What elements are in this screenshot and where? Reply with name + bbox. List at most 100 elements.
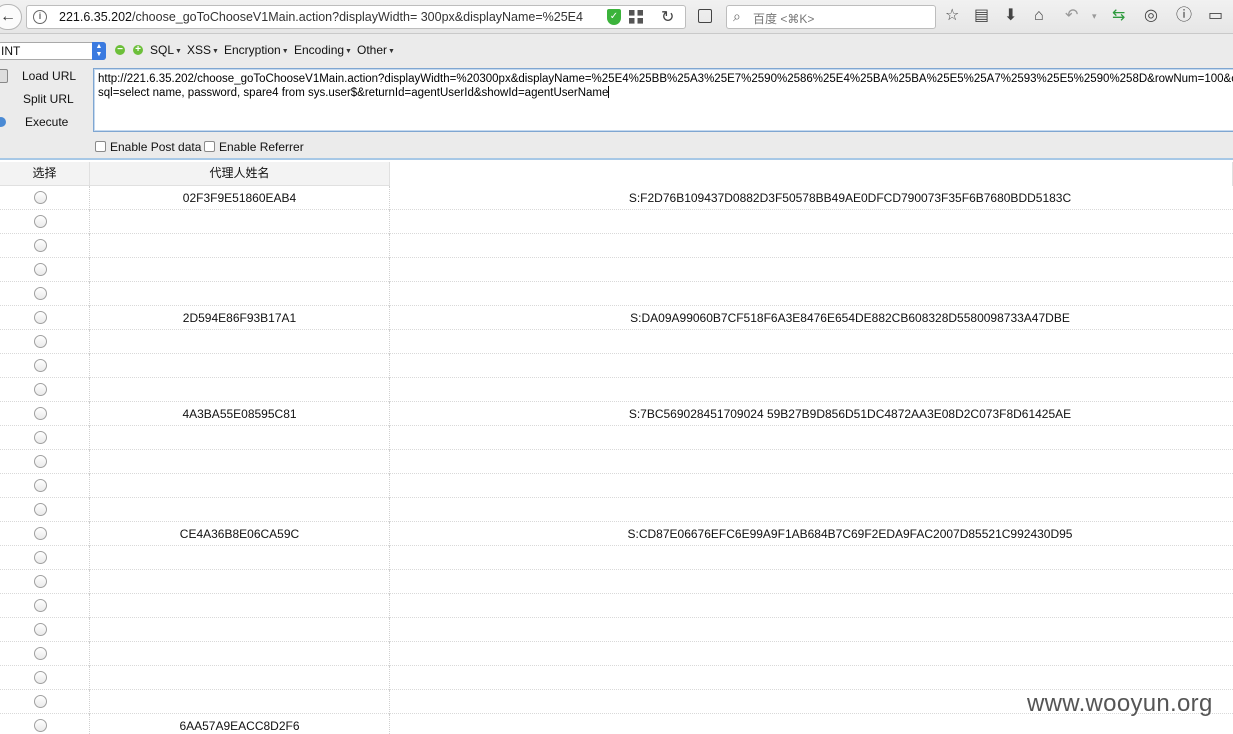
- reload-icon[interactable]: ↻: [661, 7, 674, 27]
- table-row[interactable]: [0, 234, 1233, 258]
- agent-name-cell: [90, 690, 390, 714]
- table-row[interactable]: [0, 426, 1233, 450]
- enable-referrer-checkbox[interactable]: Enable Referrer: [204, 140, 304, 154]
- row-radio-button[interactable]: [34, 695, 47, 708]
- menu-xss[interactable]: XSS▼: [187, 43, 219, 57]
- qr-code-icon[interactable]: [629, 10, 643, 24]
- table-row[interactable]: [0, 594, 1233, 618]
- search-bar[interactable]: ⌕ 百度 <⌘K>: [726, 5, 936, 29]
- row-radio-button[interactable]: [34, 671, 47, 684]
- bookmarks-list-icon[interactable]: ▤: [974, 6, 989, 26]
- table-row[interactable]: 2D594E86F93B17A1 S:DA09A99060B7CF518F6A3E…: [0, 306, 1233, 330]
- checkbox-box[interactable]: [204, 141, 215, 152]
- row-radio-button[interactable]: [34, 647, 47, 660]
- table-row[interactable]: CE4A36B8E06CA59C S:CD87E06676EFC6E99A9F1A…: [0, 522, 1233, 546]
- swap-arrows-icon[interactable]: ⇆: [1112, 6, 1125, 26]
- table-row[interactable]: [0, 546, 1233, 570]
- row-radio-button[interactable]: [34, 479, 47, 492]
- reader-view-icon[interactable]: [698, 9, 712, 23]
- enable-post-checkbox[interactable]: Enable Post data: [95, 140, 201, 154]
- bookmark-star-icon[interactable]: ☆: [945, 6, 959, 26]
- select-cell: [0, 570, 90, 594]
- row-radio-button[interactable]: [34, 383, 47, 396]
- row-radio-button[interactable]: [34, 215, 47, 228]
- alert-circle-icon[interactable]: ⓘ: [1176, 6, 1192, 26]
- agent-name-cell: [90, 546, 390, 570]
- enable-post-label: Enable Post data: [110, 140, 202, 154]
- checkbox-box[interactable]: [95, 141, 106, 152]
- password-hash-cell: [390, 474, 1233, 498]
- agent-name-cell: 02F3F9E51860EAB4: [90, 186, 390, 210]
- load-url-icon: [0, 69, 8, 83]
- decrease-icon[interactable]: −: [115, 45, 125, 55]
- password-hash-cell: [390, 498, 1233, 522]
- table-row[interactable]: 02F3F9E51860EAB4 S:F2D76B109437D0882D3F50…: [0, 186, 1233, 210]
- table-row[interactable]: [0, 498, 1233, 522]
- row-radio-button[interactable]: [34, 239, 47, 252]
- table-row[interactable]: [0, 642, 1233, 666]
- table-row[interactable]: [0, 618, 1233, 642]
- row-radio-button[interactable]: [34, 551, 47, 564]
- row-radio-button[interactable]: [34, 263, 47, 276]
- back-arrow-icon[interactable]: ←: [0, 4, 22, 30]
- row-radio-button[interactable]: [34, 623, 47, 636]
- row-radio-button[interactable]: [34, 503, 47, 516]
- table-row[interactable]: [0, 354, 1233, 378]
- row-radio-button[interactable]: [34, 335, 47, 348]
- password-hash-cell: [390, 258, 1233, 282]
- table-row[interactable]: [0, 210, 1233, 234]
- table-row[interactable]: [0, 330, 1233, 354]
- undo-icon[interactable]: ↶: [1065, 6, 1078, 26]
- agent-name-cell: [90, 210, 390, 234]
- hackbar-type-select[interactable]: INT ▲ ▼: [0, 42, 106, 60]
- row-radio-button[interactable]: [34, 287, 47, 300]
- table-row[interactable]: [0, 450, 1233, 474]
- row-radio-button[interactable]: [34, 575, 47, 588]
- row-radio-button[interactable]: [34, 191, 47, 204]
- table-row[interactable]: [0, 282, 1233, 306]
- table-row[interactable]: [0, 258, 1233, 282]
- agent-name-cell: [90, 330, 390, 354]
- row-radio-button[interactable]: [34, 719, 47, 732]
- table-row[interactable]: [0, 474, 1233, 498]
- addon-globe-icon[interactable]: ◎: [1144, 6, 1158, 26]
- table-row[interactable]: [0, 378, 1233, 402]
- password-hash-cell: [390, 330, 1233, 354]
- row-radio-button[interactable]: [34, 527, 47, 540]
- menu-encryption[interactable]: Encryption▼: [224, 43, 289, 57]
- menu-encoding[interactable]: Encoding▼: [294, 43, 352, 57]
- url-text[interactable]: 221.6.35.202/choose_goToChooseV1Main.act…: [59, 10, 609, 24]
- row-radio-button[interactable]: [34, 431, 47, 444]
- row-radio-button[interactable]: [34, 311, 47, 324]
- download-icon[interactable]: ⬇: [1004, 6, 1017, 26]
- row-radio-button[interactable]: [34, 407, 47, 420]
- info-icon[interactable]: i: [33, 10, 47, 24]
- load-url-button[interactable]: Load URL: [0, 66, 90, 86]
- split-url-button[interactable]: Split URL: [0, 89, 90, 109]
- shield-icon[interactable]: ✓: [607, 9, 621, 25]
- execute-button[interactable]: Execute: [0, 112, 90, 132]
- home-icon[interactable]: ⌂: [1034, 6, 1044, 26]
- split-url-icon: [0, 92, 8, 106]
- table-row[interactable]: [0, 570, 1233, 594]
- agent-name-cell: [90, 570, 390, 594]
- select-cell: [0, 642, 90, 666]
- monitor-icon[interactable]: ▭: [1208, 6, 1223, 26]
- agent-name-cell: 6AA57A9EACC8D2F6: [90, 714, 390, 734]
- enable-referrer-label: Enable Referrer: [219, 140, 304, 154]
- select-cell: [0, 714, 90, 734]
- table-row[interactable]: 4A3BA55E08595C81 S:7BC569028451709024 59B…: [0, 402, 1233, 426]
- menu-other[interactable]: Other▼: [357, 43, 395, 57]
- select-arrows-icon[interactable]: ▲ ▼: [92, 42, 106, 60]
- row-radio-button[interactable]: [34, 599, 47, 612]
- hackbar-url-textarea[interactable]: http://221.6.35.202/choose_goToChooseV1M…: [93, 68, 1233, 132]
- row-radio-button[interactable]: [34, 359, 47, 372]
- password-hash-cell: S:7BC569028451709024 59B27B9D856D51DC487…: [628, 407, 1072, 421]
- row-radio-button[interactable]: [34, 455, 47, 468]
- undo-dropdown-icon[interactable]: ▾: [1092, 6, 1097, 26]
- menu-sql[interactable]: SQL▼: [150, 43, 182, 57]
- table-row[interactable]: [0, 666, 1233, 690]
- hackbar-select-value: INT: [1, 44, 21, 58]
- url-bar[interactable]: i 221.6.35.202/choose_goToChooseV1Main.a…: [26, 5, 686, 29]
- increase-icon[interactable]: +: [133, 45, 143, 55]
